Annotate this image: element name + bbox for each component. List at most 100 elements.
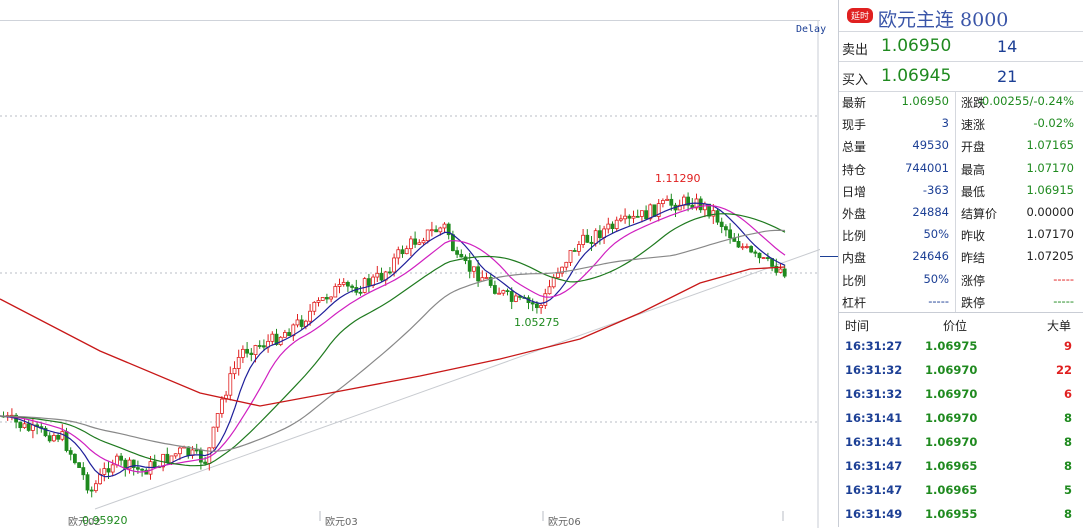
candle-body bbox=[135, 467, 140, 470]
candle-body bbox=[623, 215, 627, 220]
trade-row[interactable]: 16:31:47 1.06965 8 bbox=[839, 455, 1083, 479]
trades-list[interactable]: 时间 价位 大单 16:31:27 1.06975 9 16:31:32 1.06970… bbox=[839, 312, 1083, 527]
sell-label: 卖出 bbox=[842, 43, 869, 58]
candle-body bbox=[736, 241, 741, 248]
candle-body bbox=[564, 261, 569, 268]
stat-label-left: 比例 bbox=[842, 273, 867, 288]
candle-body bbox=[240, 348, 245, 358]
candle-body bbox=[324, 297, 329, 300]
stat-value-right: 1.06915 bbox=[1026, 182, 1074, 197]
kline-chart[interactable]: Delay 欧元02 欧元03 欧元06 1.11290 1.05275 0.9… bbox=[0, 20, 826, 528]
candle-body bbox=[417, 242, 422, 245]
stat-value-left: 50% bbox=[923, 227, 949, 242]
candle-body bbox=[270, 333, 275, 342]
trade-size: 8 bbox=[1063, 435, 1072, 449]
high-annotation: 1.11290 bbox=[655, 172, 701, 185]
trade-size: 6 bbox=[1063, 387, 1072, 401]
trades-header-size: 大单 bbox=[1047, 319, 1072, 333]
stat-label-right: 跌停 bbox=[961, 295, 986, 310]
trade-time: 16:31:41 bbox=[845, 435, 903, 449]
candle-body bbox=[631, 215, 636, 219]
stat-value-right: 1.07170 bbox=[1026, 160, 1074, 175]
sell-row[interactable]: 卖出 1.06950 14 bbox=[839, 32, 1083, 62]
kline-plot[interactable] bbox=[0, 21, 820, 528]
candle-body bbox=[211, 426, 216, 449]
panel-header: 延时 欧元主连 8000 bbox=[839, 0, 1083, 32]
candle-body bbox=[282, 332, 287, 338]
candle-body bbox=[81, 467, 86, 476]
candle-body bbox=[421, 240, 426, 244]
buy-row[interactable]: 买入 1.06945 21 bbox=[839, 62, 1083, 92]
trade-row[interactable]: 16:31:41 1.06970 8 bbox=[839, 407, 1083, 431]
stat-row: 持仓 744001 最高 1.07170 bbox=[839, 158, 1083, 180]
x-label-1: 欧元03 bbox=[325, 517, 358, 528]
candle-body bbox=[358, 291, 363, 294]
candle-body bbox=[593, 230, 598, 244]
stat-label-left: 外盘 bbox=[842, 206, 867, 221]
candle-body bbox=[665, 198, 669, 201]
candle-body bbox=[778, 268, 783, 273]
candle-body bbox=[581, 234, 585, 245]
candle-body bbox=[404, 248, 409, 255]
candle-body bbox=[219, 398, 224, 414]
ma-line-10 bbox=[0, 204, 786, 473]
candle-body bbox=[56, 434, 60, 440]
candle-body bbox=[396, 249, 401, 259]
trade-row[interactable]: 16:31:27 1.06975 9 bbox=[839, 335, 1083, 359]
trade-time: 16:31:32 bbox=[845, 363, 903, 377]
trade-row[interactable]: 16:31:32 1.06970 22 bbox=[839, 359, 1083, 383]
trade-time: 16:31:41 bbox=[845, 411, 903, 425]
trade-row[interactable]: 16:31:41 1.06970 8 bbox=[839, 431, 1083, 455]
candle-body bbox=[459, 253, 464, 258]
candle-body bbox=[577, 244, 581, 252]
candle-body bbox=[539, 305, 543, 309]
candle-body bbox=[186, 446, 191, 456]
stat-value-left: 3 bbox=[941, 116, 949, 131]
stat-value-left: 24884 bbox=[912, 204, 949, 219]
quote-panel: 延时 欧元主连 8000 卖出 1.06950 14 买入 1.06945 21… bbox=[838, 0, 1083, 527]
candle-body bbox=[115, 455, 119, 466]
stat-row: 日增 -363 最低 1.06915 bbox=[839, 180, 1083, 202]
candle-body bbox=[52, 434, 56, 442]
candle-body bbox=[467, 260, 472, 272]
mid-low-annotation: 1.05275 bbox=[514, 316, 560, 329]
candle-body bbox=[236, 357, 241, 369]
stat-row: 现手 3 速涨 -0.02% bbox=[839, 113, 1083, 135]
trade-row[interactable]: 16:31:32 1.06970 6 bbox=[839, 383, 1083, 407]
stat-row: 最新 1.06950 涨跌 -0.00255/-0.24% bbox=[839, 91, 1083, 113]
trade-row[interactable]: 16:31:49 1.06955 8 bbox=[839, 503, 1083, 527]
candle-body bbox=[337, 284, 342, 287]
candle-body bbox=[429, 229, 434, 232]
candle-body bbox=[341, 281, 346, 285]
stat-value-left: -363 bbox=[922, 182, 949, 197]
trade-time: 16:31:47 bbox=[845, 459, 903, 473]
trade-row[interactable]: 16:31:47 1.06965 5 bbox=[839, 479, 1083, 503]
candle-body bbox=[102, 468, 107, 475]
trade-size: 5 bbox=[1063, 483, 1072, 497]
candle-body bbox=[476, 266, 481, 282]
candle-body bbox=[68, 450, 73, 455]
candle-body bbox=[745, 246, 749, 248]
candle-body bbox=[556, 272, 560, 278]
candle-body bbox=[64, 431, 69, 451]
trade-size: 8 bbox=[1063, 507, 1072, 521]
trade-time: 16:31:32 bbox=[845, 387, 903, 401]
candle-body bbox=[661, 200, 665, 204]
stat-row: 总量 49530 开盘 1.07165 bbox=[839, 135, 1083, 157]
candle-body bbox=[652, 204, 657, 217]
candle-body bbox=[228, 373, 233, 396]
candle-body bbox=[509, 291, 514, 302]
stat-label-left: 杠杆 bbox=[842, 295, 867, 310]
last-price-marker bbox=[820, 256, 838, 257]
stat-label-left: 最新 bbox=[842, 96, 867, 110]
candle-body bbox=[619, 218, 623, 221]
candle-body bbox=[350, 285, 355, 288]
candle-body bbox=[434, 229, 439, 233]
candle-body bbox=[165, 453, 170, 464]
candle-body bbox=[413, 238, 418, 245]
candle-body bbox=[450, 234, 455, 252]
stat-row: 比例 50% 涨停 ----- bbox=[839, 269, 1083, 291]
candle-body bbox=[551, 277, 556, 288]
trade-time: 16:31:27 bbox=[845, 339, 903, 353]
candle-body bbox=[782, 268, 787, 277]
